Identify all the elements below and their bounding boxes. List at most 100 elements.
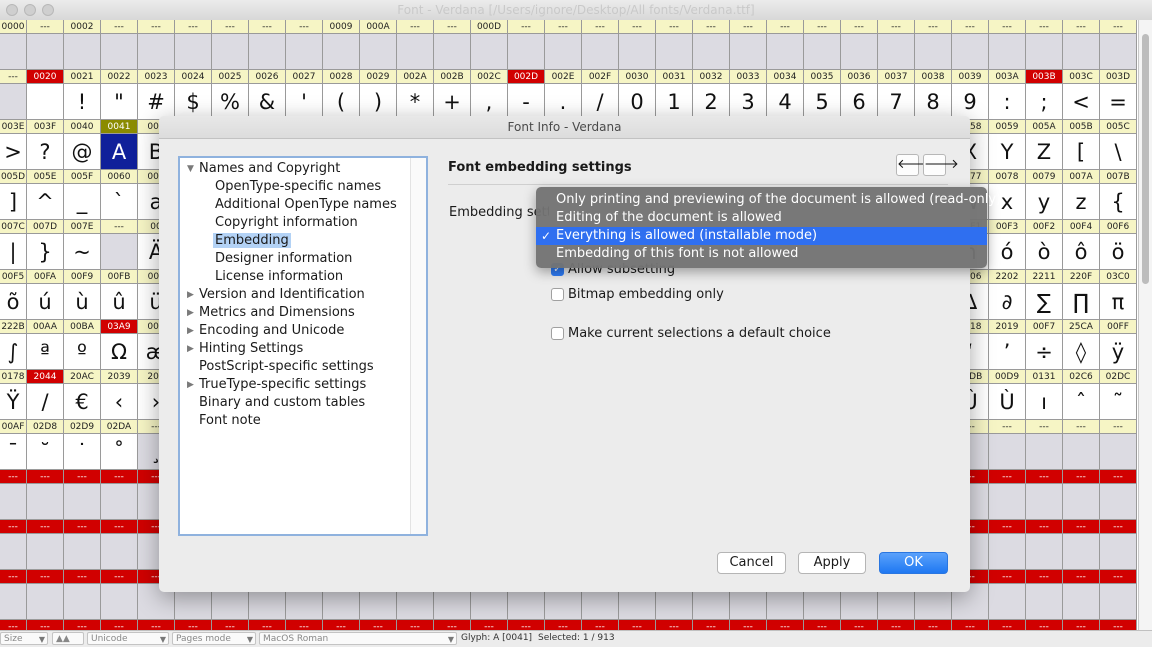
menu-item-read-only[interactable]: Only printing and previewing of the docu… [536,191,1001,209]
glyph-cell[interactable] [989,434,1026,470]
glyph-cell[interactable] [1100,34,1137,70]
glyph-cell[interactable] [0,584,27,620]
glyph-cell[interactable] [101,34,138,70]
glyph-cell[interactable]: ’ [989,334,1026,370]
glyph-cell[interactable]: ÿ [1100,334,1137,370]
glyph-cell[interactable] [64,34,101,70]
glyph-cell[interactable]: ) [360,84,397,120]
glyph-cell[interactable]: 1 [656,84,693,120]
glyph-cell[interactable] [249,34,286,70]
disclosure-collapsed-icon[interactable]: ▶ [187,286,194,304]
glyph-cell[interactable]: Y [989,134,1026,170]
glyph-cell[interactable]: ÷ [1026,334,1063,370]
glyph-cell[interactable] [212,34,249,70]
mode-dropdown[interactable]: Pages mode ▼ [172,632,256,645]
glyph-cell[interactable]: $ [175,84,212,120]
glyph-cell[interactable]: ˚ [101,434,138,470]
glyph-cell[interactable]: 0 [619,84,656,120]
glyph-cell[interactable]: % [212,84,249,120]
glyph-cell[interactable] [804,34,841,70]
glyph-cell[interactable]: Ω [101,334,138,370]
previous-section-button[interactable]: 🡐 [896,154,932,176]
tree-item[interactable]: Copyright information [215,214,358,232]
glyph-cell[interactable]: ö [1100,234,1137,270]
glyph-cell[interactable]: , [471,84,508,120]
tree-item[interactable]: Additional OpenType names [215,196,397,214]
glyph-cell[interactable]: ‹ [101,384,138,420]
glyph-cell[interactable]: ª [27,334,64,370]
glyph-cell[interactable] [989,34,1026,70]
glyph-cell[interactable] [508,34,545,70]
glyph-cell[interactable] [915,34,952,70]
glyph-cell[interactable]: 2 [693,84,730,120]
disclosure-collapsed-icon[interactable]: ▶ [187,322,194,340]
glyph-cell[interactable] [730,34,767,70]
glyph-cell[interactable] [1063,34,1100,70]
size-dropdown[interactable]: Size ▼ [0,632,48,645]
glyph-cell[interactable] [1026,584,1063,620]
glyph-cell[interactable] [1063,484,1100,520]
glyph-cell[interactable]: 8 [915,84,952,120]
tree-item[interactable]: ▼ Names and Copyright [187,160,340,178]
glyph-cell[interactable]: > [0,134,27,170]
glyph-cell[interactable]: π [1100,284,1137,320]
glyph-cell[interactable] [471,34,508,70]
glyph-cell[interactable] [582,34,619,70]
glyph-cell[interactable]: 5 [804,84,841,120]
glyph-cell[interactable]: ! [64,84,101,120]
glyph-cell[interactable]: \ [1100,134,1137,170]
vertical-scrollbar[interactable] [1138,20,1152,630]
tree-item[interactable]: Font note [199,412,261,430]
glyph-cell[interactable] [64,484,101,520]
glyph-cell[interactable]: " [101,84,138,120]
tree-item[interactable]: ▶ Metrics and Dimensions [187,304,355,322]
glyph-cell[interactable] [101,584,138,620]
cancel-button[interactable]: Cancel [717,552,786,574]
menu-item-installable[interactable]: ✓ Everything is allowed (installable mode… [536,227,987,245]
glyph-cell[interactable] [1063,584,1100,620]
glyph-cell[interactable]: ¯ [0,434,27,470]
tree-item[interactable]: Binary and custom tables [199,394,365,412]
glyph-cell[interactable]: ; [1026,84,1063,120]
glyph-cell[interactable] [878,34,915,70]
menu-item-not-allowed[interactable]: Embedding of this font is not allowed [536,245,987,263]
glyph-cell[interactable]: ~ [64,234,101,270]
glyph-cell[interactable]: ∫ [0,334,27,370]
glyph-cell[interactable] [0,84,27,120]
glyph-cell[interactable]: ˙ [64,434,101,470]
glyph-cell[interactable]: ? [27,134,64,170]
next-section-button[interactable]: 🡒 [923,154,959,176]
disclosure-collapsed-icon[interactable]: ▶ [187,304,194,322]
glyph-cell[interactable]: ò [1026,234,1063,270]
glyph-cell[interactable] [1063,434,1100,470]
glyph-cell[interactable] [101,484,138,520]
glyph-cell[interactable] [989,584,1026,620]
glyph-cell[interactable]: z [1063,184,1100,220]
tree-item[interactable]: Designer information [215,250,352,268]
glyph-cell[interactable]: * [397,84,434,120]
glyph-cell[interactable]: A [101,134,138,170]
glyph-cell[interactable]: ˘ [27,434,64,470]
glyph-cell[interactable] [0,34,27,70]
glyph-cell[interactable] [27,584,64,620]
disclosure-expanded-icon[interactable]: ▼ [187,160,194,178]
glyph-cell[interactable] [64,534,101,570]
settings-tree[interactable]: ▼ Names and Copyright OpenType-specific na… [178,156,428,536]
glyph-cell[interactable]: - [508,84,545,120]
glyph-cell[interactable]: ◊ [1063,334,1100,370]
glyph-cell[interactable] [286,34,323,70]
glyph-cell[interactable] [27,34,64,70]
menu-item-editable[interactable]: Editing of the document is allowed [536,209,987,227]
glyph-cell[interactable] [1100,534,1137,570]
glyph-cell[interactable]: 9 [952,84,989,120]
glyph-cell[interactable] [138,34,175,70]
glyph-cell[interactable] [619,34,656,70]
encoding-dropdown[interactable]: Unicode ▼ [87,632,169,645]
glyph-cell[interactable]: y [1026,184,1063,220]
glyph-cell[interactable]: } [27,234,64,270]
glyph-cell[interactable] [323,34,360,70]
disclosure-collapsed-icon[interactable]: ▶ [187,340,194,358]
glyph-cell[interactable] [989,484,1026,520]
glyph-cell[interactable]: õ [0,284,27,320]
glyph-cell[interactable] [767,34,804,70]
